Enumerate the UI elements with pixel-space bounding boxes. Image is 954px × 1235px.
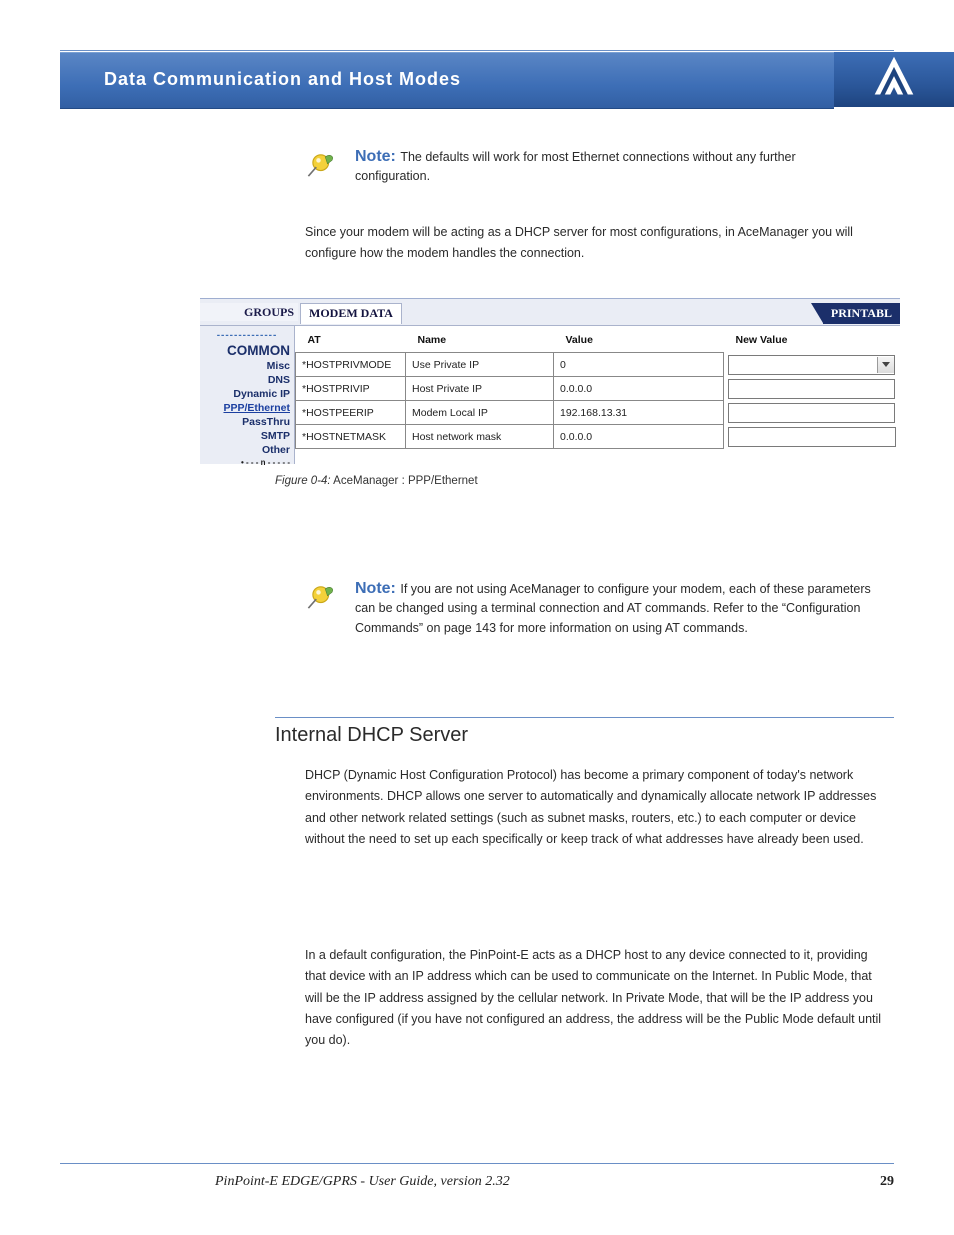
sidebar-item-smtp[interactable]: SMTP — [200, 430, 294, 444]
scr-sidebar: -------------- COMMON Misc DNS Dynamic I… — [200, 326, 295, 464]
footer-rule — [60, 1163, 894, 1164]
scr-table: AT Name Value New Value *HOSTPRIVMODE Us… — [295, 326, 900, 449]
figure-caption: Figure 0-4: AceManager : PPP/Ethernet — [275, 475, 478, 487]
header-title: Data Communication and Host Modes — [60, 53, 834, 90]
note-1-label: Note: — [355, 148, 396, 165]
note-2-text: If you are not using AceManager to confi… — [355, 582, 871, 635]
table-row: *HOSTPEERIP Modem Local IP 192.168.13.31 — [296, 401, 900, 425]
cell-at: *HOSTPRIVIP — [296, 377, 406, 401]
airlink-logo-icon — [871, 54, 917, 105]
table-row: *HOSTPRIVIP Host Private IP 0.0.0.0 — [296, 377, 900, 401]
sidebar-item-passthru[interactable]: PassThru — [200, 416, 294, 430]
page-header: Data Communication and Host Modes — [60, 52, 954, 107]
note-2: Note: If you are not using AceManager to… — [305, 580, 885, 638]
sidebar-item-dynamic-ip[interactable]: Dynamic IP — [200, 388, 294, 402]
figure-text: AceManager : PPP/Ethernet — [333, 475, 477, 487]
header-logo-cell — [834, 52, 954, 107]
figure-label: Figure 0-4: — [275, 475, 331, 487]
scr-tabs: GROUPS MODEM DATA PRINTABL — [200, 303, 900, 325]
para-3: In a default configuration, the PinPoint… — [305, 945, 882, 1051]
sidebar-dash: -------------- — [202, 330, 292, 341]
acemanager-screenshot: GROUPS MODEM DATA PRINTABL -------------… — [200, 298, 900, 464]
note-1-text: The defaults will work for most Ethernet… — [355, 150, 796, 183]
cell-at: *HOSTPEERIP — [296, 401, 406, 425]
note-1: Note: The defaults will work for most Et… — [305, 148, 865, 187]
new-value-input[interactable] — [728, 427, 896, 447]
sidebar-item-ppp-ethernet[interactable]: PPP/Ethernet — [200, 402, 294, 416]
page-top-rule — [60, 50, 894, 51]
printable-tab[interactable]: PRINTABL — [823, 303, 900, 324]
sidebar-item-dns[interactable]: DNS — [200, 374, 294, 388]
col-name: Name — [406, 326, 554, 353]
sidebar-item-common[interactable]: COMMON — [200, 343, 294, 360]
sidebar-item-misc[interactable]: Misc — [200, 360, 294, 374]
sidebar-item-lowpower-cut: • - - - n - - - - - — [200, 458, 294, 467]
page-footer: PinPoint-E EDGE/GPRS - User Guide, versi… — [60, 1163, 894, 1190]
cell-name: Use Private IP — [406, 353, 554, 377]
cell-at: *HOSTNETMASK — [296, 425, 406, 449]
para-2: DHCP (Dynamic Host Configuration Protoco… — [305, 765, 882, 850]
footer-page-number: 29 — [880, 1174, 894, 1190]
scr-groups-cell: GROUPS — [200, 303, 298, 321]
section-heading: Internal DHCP Server — [275, 724, 468, 747]
col-value: Value — [554, 326, 724, 353]
col-at: AT — [296, 326, 406, 353]
note-2-label: Note: — [355, 580, 396, 597]
para-1: Since your modem will be acting as a DHC… — [305, 222, 882, 265]
scr-main: AT Name Value New Value *HOSTPRIVMODE Us… — [295, 326, 900, 464]
footer-doc-title: PinPoint-E EDGE/GPRS - User Guide, versi… — [60, 1174, 510, 1190]
new-value-input[interactable] — [728, 379, 895, 399]
cell-at: *HOSTPRIVMODE — [296, 353, 406, 377]
pushpin-icon — [305, 148, 341, 184]
header-left: Data Communication and Host Modes — [60, 52, 834, 109]
cell-value: 0.0.0.0 — [554, 377, 724, 401]
cell-value: 0.0.0.0 — [554, 425, 724, 449]
cell-name: Modem Local IP — [406, 401, 554, 425]
table-row: *HOSTPRIVMODE Use Private IP 0 — [296, 353, 900, 377]
section-rule — [275, 717, 894, 718]
pushpin-icon — [305, 580, 341, 616]
col-newvalue: New Value — [724, 326, 900, 353]
cell-value: 192.168.13.31 — [554, 401, 724, 425]
cell-name: Host Private IP — [406, 377, 554, 401]
chevron-down-icon — [877, 357, 894, 373]
sidebar-item-other[interactable]: Other — [200, 444, 294, 458]
groups-tab[interactable]: GROUPS — [244, 305, 294, 319]
table-row: *HOSTNETMASK Host network mask 0.0.0.0 — [296, 425, 900, 449]
modem-data-tab[interactable]: MODEM DATA — [300, 303, 402, 324]
new-value-input[interactable] — [728, 403, 895, 423]
new-value-dropdown[interactable] — [728, 355, 895, 375]
cell-value: 0 — [554, 353, 724, 377]
cell-name: Host network mask — [406, 425, 554, 449]
